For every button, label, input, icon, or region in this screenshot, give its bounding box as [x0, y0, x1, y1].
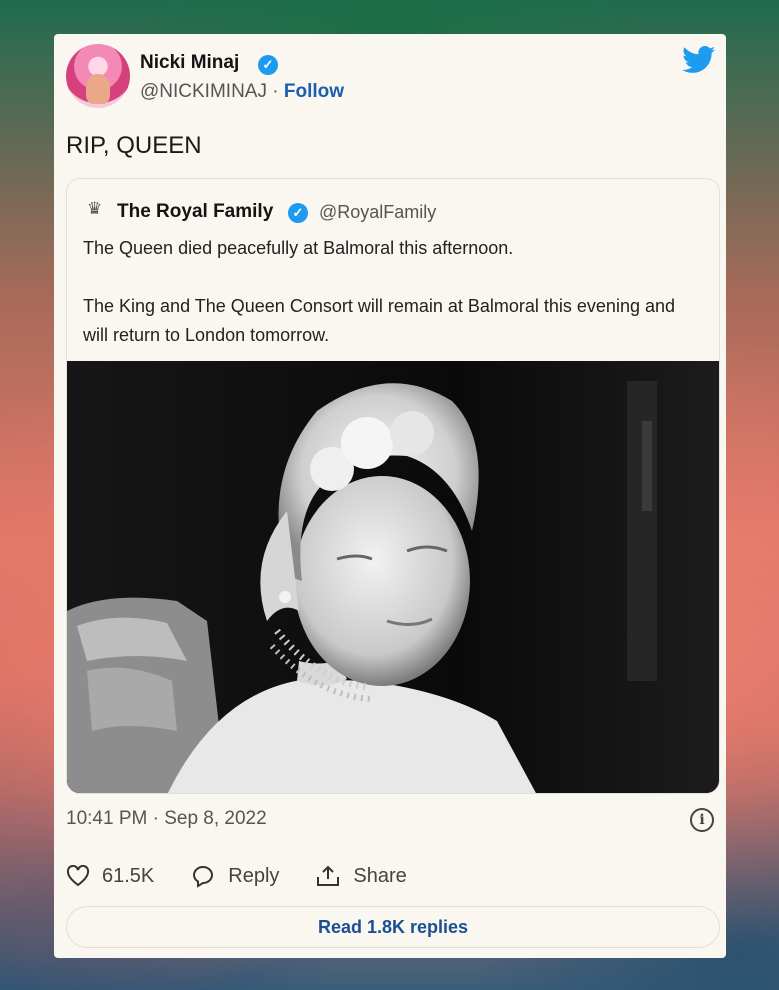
portrait-image: [67, 361, 719, 793]
author-handle-row: @NICKIMINAJ · Follow: [140, 81, 344, 103]
share-icon: [317, 865, 340, 886]
verified-icon: ✓: [258, 55, 278, 75]
quoted-text-line: The King and The Queen Consort will rema…: [83, 296, 675, 345]
quoted-text-line: The Queen died peacefully at Balmoral th…: [83, 238, 514, 258]
tweet-timestamp[interactable]: 10:41 PM · Sep 8, 2022: [66, 808, 267, 830]
twitter-bird-icon[interactable]: [682, 46, 716, 74]
queen-portrait-photo[interactable]: [67, 361, 719, 793]
author-name[interactable]: Nicki Minaj: [140, 52, 239, 74]
tweet-card: Nicki Minaj ✓ @NICKIMINAJ · Follow RIP, …: [54, 34, 726, 958]
tweet-text: RIP, QUEEN: [66, 132, 202, 159]
reply-bubble-icon: [193, 866, 214, 888]
share-label: Share: [353, 864, 407, 887]
royal-crest-icon: ♛: [87, 199, 103, 218]
avatar[interactable]: [66, 44, 130, 108]
reply-label: Reply: [228, 864, 280, 887]
like-count: 61.5K: [102, 864, 155, 887]
quoted-author-handle[interactable]: @RoyalFamily: [319, 202, 436, 223]
handle-separator: ·: [272, 81, 279, 102]
read-replies-button[interactable]: Read 1.8K replies: [66, 906, 720, 948]
quoted-tweet[interactable]: ♛ The Royal Family ✓ @RoyalFamily The Qu…: [66, 178, 720, 794]
share-button[interactable]: Share: [315, 864, 407, 888]
info-icon[interactable]: i: [690, 808, 714, 832]
reply-button[interactable]: Reply: [190, 864, 279, 888]
quoted-author-name[interactable]: The Royal Family: [117, 201, 273, 223]
verified-icon: ✓: [288, 203, 308, 223]
follow-link[interactable]: Follow: [284, 81, 344, 102]
heart-icon: [66, 865, 90, 887]
quoted-text: The Queen died peacefully at Balmoral th…: [83, 234, 703, 350]
like-button[interactable]: 61.5K: [66, 865, 154, 888]
author-handle[interactable]: @NICKIMINAJ: [140, 81, 267, 102]
tweet-actions: 61.5K Reply Share: [66, 862, 443, 890]
